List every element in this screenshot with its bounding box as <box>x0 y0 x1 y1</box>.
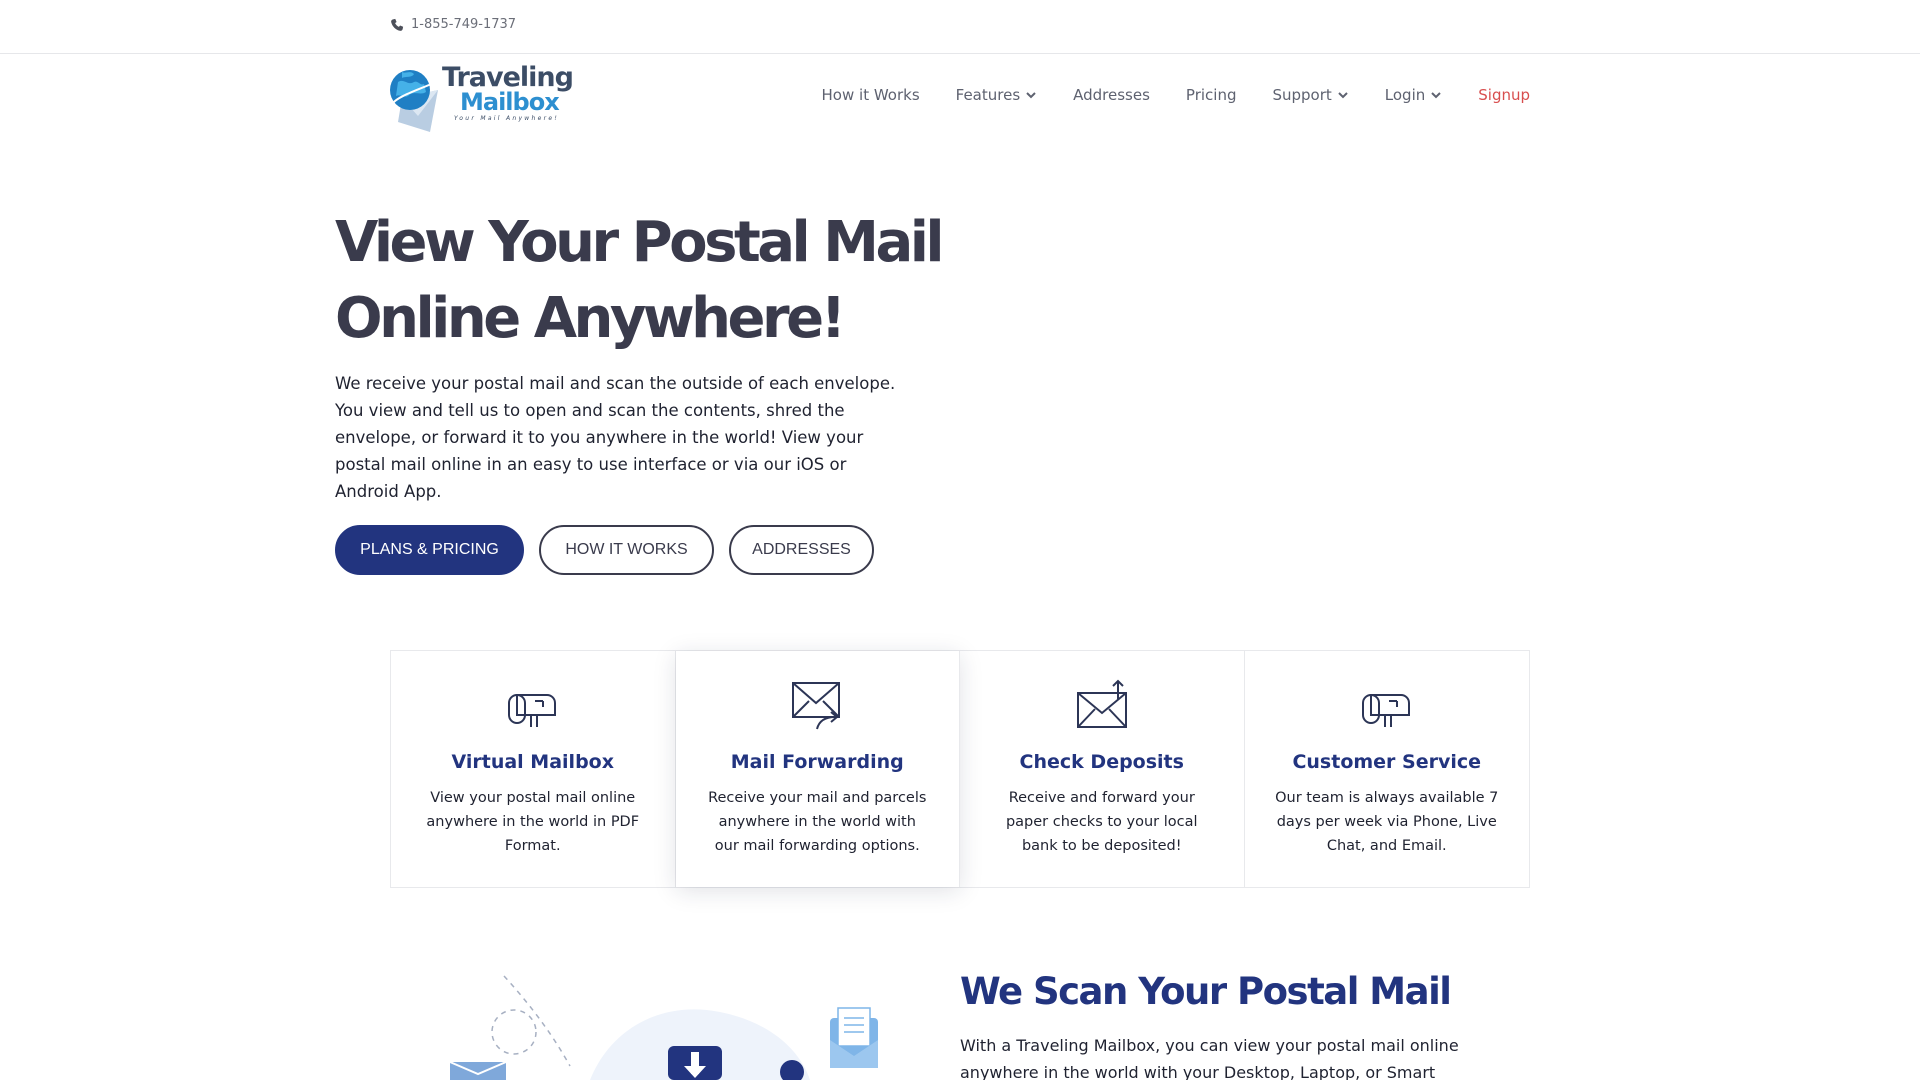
addresses-button[interactable]: ADDRESSES <box>729 525 874 575</box>
feature-text: Receive and forward your paper checks to… <box>1005 790 1198 854</box>
feature-title: Check Deposits <box>1019 751 1184 773</box>
nav-label: Features <box>955 86 1021 104</box>
how-it-works-button[interactable]: HOW IT WORKS <box>539 525 714 575</box>
hero-title-line1: View Your Postal Mail <box>335 210 945 275</box>
feature-text: View your postal mail online anywhere in… <box>426 790 640 854</box>
hero-description: We receive your postal mail and scan the… <box>335 374 896 501</box>
nav-signup[interactable]: Signup <box>1478 86 1530 104</box>
check-deposit-icon <box>1076 679 1127 728</box>
plans-pricing-button[interactable]: PLANS & PRICING <box>335 525 524 575</box>
feature-card-customer-service[interactable]: Customer Service Our team is always avai… <box>1244 651 1529 887</box>
nav-support[interactable]: Support <box>1272 86 1348 104</box>
nav-how-it-works[interactable]: How it Works <box>822 86 920 104</box>
top-bar: 1-855-749-1737 <box>0 0 1920 54</box>
feature-cards: Virtual Mailbox View your postal mail on… <box>390 650 1530 888</box>
feature-card-check-deposits[interactable]: Check Deposits Receive and forward your … <box>960 651 1245 887</box>
main-nav: How it Works Features Addresses Pricing … <box>822 86 1530 104</box>
chevron-down-icon <box>1338 92 1348 99</box>
scan-section-title: We Scan Your Postal Mail <box>960 970 1452 1013</box>
feature-text: Receive your mail and parcels anywhere i… <box>708 790 927 854</box>
chevron-down-icon <box>1431 92 1441 99</box>
nav-label: How it Works <box>821 86 920 104</box>
nav-pricing[interactable]: Pricing <box>1186 86 1237 104</box>
phone-number: 1-855-749-1737 <box>411 17 517 32</box>
nav-login[interactable]: Login <box>1385 86 1442 104</box>
feature-card-virtual-mailbox[interactable]: Virtual Mailbox View your postal mail on… <box>391 651 676 887</box>
nav-label: Pricing <box>1185 86 1237 104</box>
mailbox-icon <box>507 694 556 727</box>
feature-text: Our team is always available 7 days per … <box>1275 790 1499 854</box>
chevron-down-icon <box>1026 92 1036 99</box>
phone-icon <box>391 18 404 31</box>
nav-addresses[interactable]: Addresses <box>1073 86 1150 104</box>
mailbox-icon <box>1361 694 1410 727</box>
nav-features[interactable]: Features <box>956 86 1038 104</box>
nav-label: Addresses <box>1073 86 1150 104</box>
feature-card-mail-forwarding[interactable]: Mail Forwarding Receive your mail and pa… <box>675 651 960 887</box>
phone-link[interactable]: 1-855-749-1737 <box>390 17 516 32</box>
scan-section-text: With a Traveling Mailbox, you can view y… <box>960 1036 1459 1080</box>
nav-label: Support <box>1272 86 1332 104</box>
logo-tagline: Your Mail Anywhere! <box>454 115 560 122</box>
globe-envelope-logo <box>390 70 438 132</box>
hero-title: View Your Postal Mail Online Anywhere! <box>335 205 955 357</box>
feature-title: Mail Forwarding <box>730 751 904 773</box>
feature-title: Virtual Mailbox <box>451 751 614 773</box>
nav-label: Signup <box>1478 86 1530 104</box>
feature-title: Customer Service <box>1292 751 1482 773</box>
nav-label: Login <box>1384 86 1426 104</box>
logo-wordmark-bottom: Mailbox <box>460 88 560 116</box>
site-logo[interactable]: Traveling Mailbox Your Mail Anywhere! <box>388 60 578 136</box>
mail-scanning-illustration <box>449 975 878 1080</box>
hero-title-line2: Online Anywhere! <box>335 286 846 351</box>
mail-forward-icon <box>792 682 841 730</box>
